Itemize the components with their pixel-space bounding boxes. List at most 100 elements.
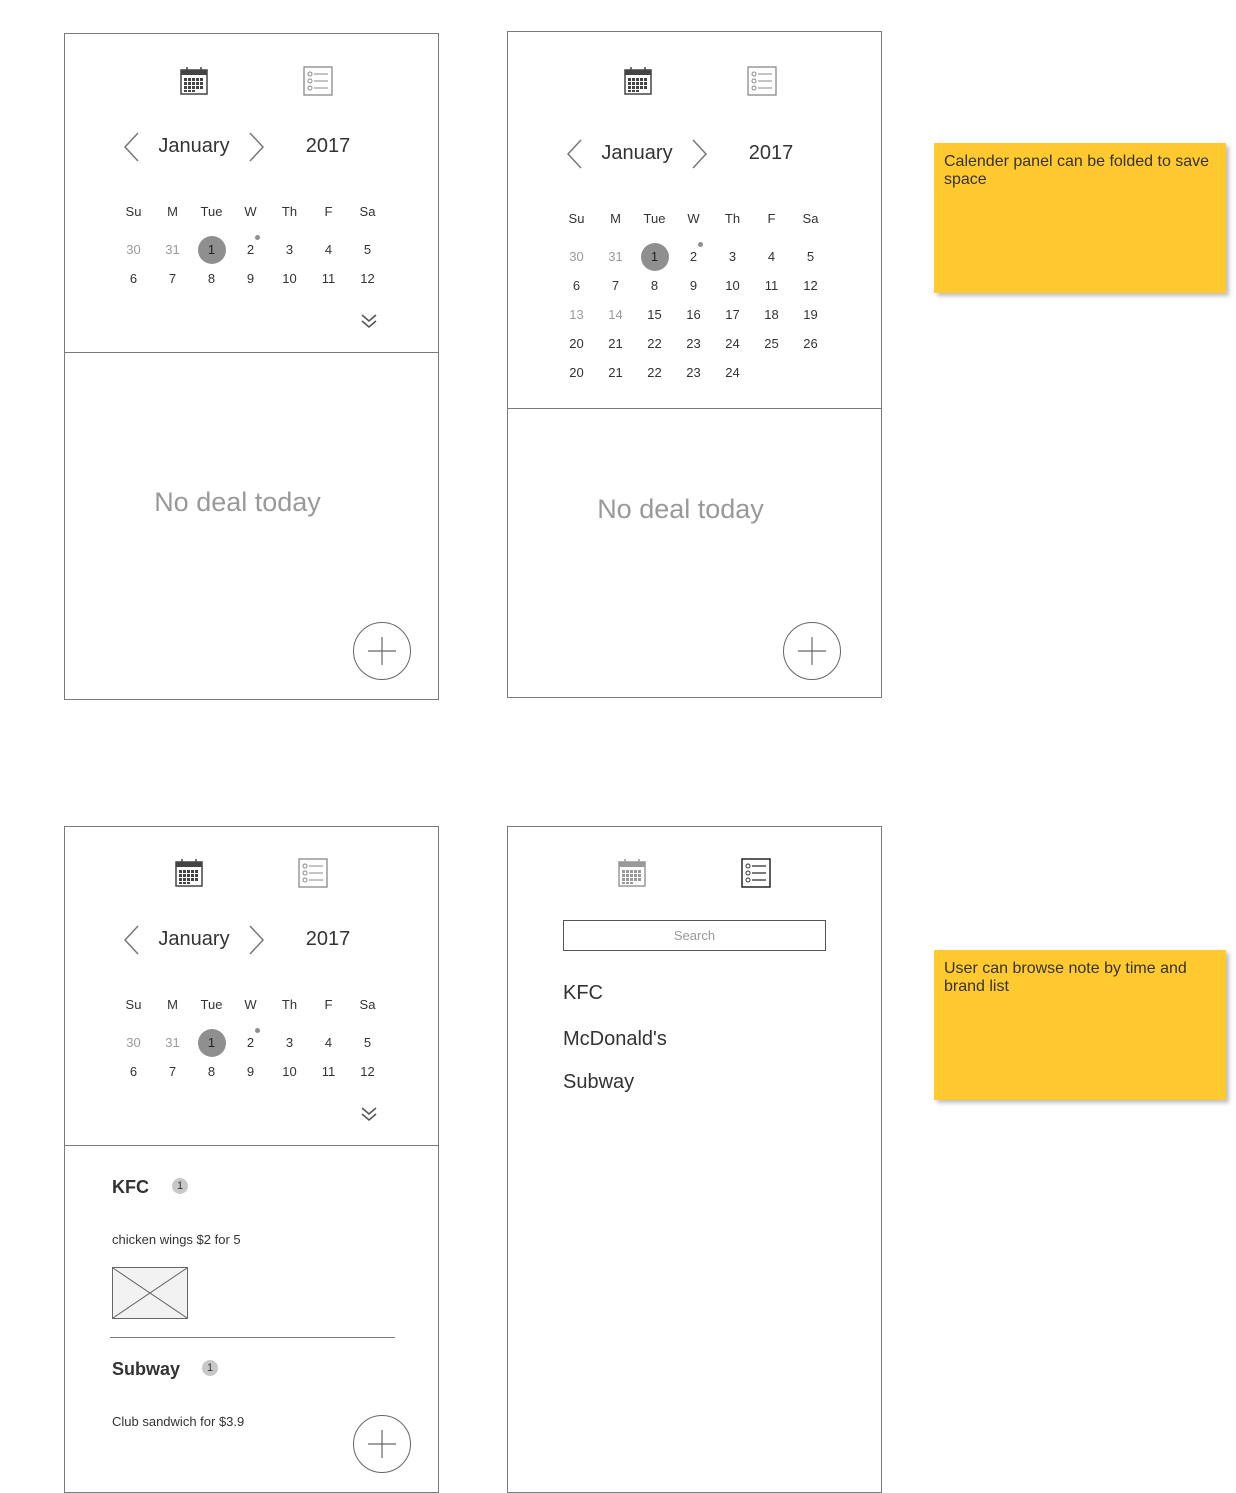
calendar-day[interactable]: 11 (309, 1057, 348, 1086)
calendar-tab-button[interactable] (622, 65, 654, 97)
calendar-day[interactable]: 5 (348, 1028, 387, 1057)
calendar-day[interactable]: 26 (791, 329, 830, 358)
calendar-day[interactable]: 20 (557, 329, 596, 358)
prev-month-button[interactable] (122, 924, 142, 956)
brand-list-item[interactable]: McDonald's (563, 1028, 667, 1051)
calendar-day[interactable]: 14 (596, 300, 635, 329)
calendar-day[interactable]: 11 (309, 264, 348, 293)
list-tab-button[interactable] (297, 857, 329, 889)
prev-month-button[interactable] (565, 138, 585, 170)
calendar-day[interactable]: 10 (270, 264, 309, 293)
calendar-day[interactable]: 6 (114, 1057, 153, 1086)
calendar-day[interactable]: 8 (635, 271, 674, 300)
calendar-day[interactable]: 30 (557, 242, 596, 271)
list-tab-button[interactable] (302, 65, 334, 97)
calendar-day[interactable]: 22 (635, 358, 674, 387)
calendar-day[interactable]: 3 (713, 242, 752, 271)
calendar-day[interactable]: 6 (557, 271, 596, 300)
calendar-day[interactable]: 3 (270, 1028, 309, 1057)
calendar-day-with-deal[interactable]: 2 (674, 242, 713, 271)
calendar-day-selected[interactable]: 1 (192, 1028, 231, 1057)
calendar-day[interactable]: 7 (153, 264, 192, 293)
calendar-day[interactable]: 11 (752, 271, 791, 300)
calendar-day-with-deal[interactable]: 2 (231, 1028, 270, 1057)
calendar-tab-button[interactable] (178, 65, 210, 97)
calendar-day[interactable]: 9 (674, 271, 713, 300)
calendar-day[interactable]: 3 (270, 235, 309, 264)
calendar-day[interactable]: 13 (557, 300, 596, 329)
calendar-day[interactable]: 5 (348, 235, 387, 264)
weekday-label: Tue (200, 997, 223, 1012)
brand-list-item[interactable]: KFC (563, 982, 603, 1005)
calendar-day-selected[interactable]: 1 (635, 242, 674, 271)
calendar-day[interactable]: 21 (596, 358, 635, 387)
calendar-day[interactable]: 18 (752, 300, 791, 329)
calendar-day[interactable]: 20 (557, 358, 596, 387)
calendar-day[interactable]: 12 (791, 271, 830, 300)
calendar-day[interactable]: 25 (752, 329, 791, 358)
calendar-day[interactable]: 8 (192, 1057, 231, 1086)
next-month-button[interactable] (246, 131, 266, 163)
chevron-right-icon (249, 132, 265, 162)
calendar-day[interactable]: 23 (674, 358, 713, 387)
year-label[interactable]: 2017 (293, 928, 363, 951)
weekday-header: Su M Tue W Th F Sa (557, 211, 830, 226)
calendar-day[interactable]: 10 (270, 1057, 309, 1086)
calendar-day[interactable]: 8 (192, 264, 231, 293)
add-deal-button[interactable] (353, 1415, 411, 1473)
calendar-day[interactable]: 31 (596, 242, 635, 271)
calendar-day[interactable]: 4 (309, 235, 348, 264)
deal-brand-name[interactable]: Subway (112, 1359, 180, 1380)
brand-list-item[interactable]: Subway (563, 1071, 634, 1094)
list-tab-button[interactable] (740, 857, 772, 889)
calendar-day[interactable]: 17 (713, 300, 752, 329)
calendar-day[interactable]: 9 (231, 264, 270, 293)
deal-image[interactable] (112, 1267, 188, 1319)
calendar-day[interactable]: 9 (231, 1057, 270, 1086)
calendar-day[interactable]: 31 (153, 235, 192, 264)
calendar-day[interactable]: 6 (114, 264, 153, 293)
weekday-label: W (244, 997, 257, 1012)
next-month-button[interactable] (689, 138, 709, 170)
calendar-tab-button[interactable] (173, 857, 205, 889)
calendar-day[interactable]: 30 (114, 1028, 153, 1057)
calendar-day[interactable]: 10 (713, 271, 752, 300)
prev-month-button[interactable] (122, 131, 142, 163)
weekday-label: Th (281, 204, 298, 219)
calendar-day[interactable]: 15 (635, 300, 674, 329)
calendar-day-selected[interactable]: 1 (192, 235, 231, 264)
expand-calendar-button[interactable] (359, 1104, 379, 1124)
plus-icon (798, 637, 826, 665)
deal-brand-name[interactable]: KFC (112, 1177, 149, 1198)
search-input[interactable] (563, 920, 826, 951)
calendar-day[interactable]: 4 (309, 1028, 348, 1057)
weekday-header: Su M Tue W Th F Sa (114, 997, 387, 1012)
next-month-button[interactable] (246, 924, 266, 956)
list-tab-button[interactable] (746, 65, 778, 97)
calendar-day[interactable]: 12 (348, 264, 387, 293)
calendar-day[interactable]: 7 (153, 1057, 192, 1086)
calendar-day[interactable]: 22 (635, 329, 674, 358)
calendar-tab-button[interactable] (616, 857, 648, 889)
calendar-day[interactable]: 24 (713, 358, 752, 387)
calendar-day[interactable]: 30 (114, 235, 153, 264)
deal-description: chicken wings $2 for 5 (112, 1232, 241, 1247)
year-label[interactable]: 2017 (736, 142, 806, 165)
calendar-day[interactable]: 4 (752, 242, 791, 271)
calendar-day[interactable]: 7 (596, 271, 635, 300)
add-deal-button[interactable] (353, 622, 411, 680)
calendar-day[interactable]: 5 (791, 242, 830, 271)
add-deal-button[interactable] (783, 622, 841, 680)
annotation-text: Calender panel can be folded to save spa… (944, 153, 1210, 188)
calendar-day[interactable]: 19 (791, 300, 830, 329)
calendar-day-with-deal[interactable]: 2 (231, 235, 270, 264)
calendar-day[interactable]: 23 (674, 329, 713, 358)
calendar-day[interactable]: 21 (596, 329, 635, 358)
calendar-day[interactable]: 31 (153, 1028, 192, 1057)
chevron-left-icon (566, 139, 582, 169)
calendar-day[interactable]: 24 (713, 329, 752, 358)
calendar-day[interactable]: 16 (674, 300, 713, 329)
calendar-day[interactable]: 12 (348, 1057, 387, 1086)
expand-calendar-button[interactable] (359, 311, 379, 331)
year-label[interactable]: 2017 (293, 135, 363, 158)
